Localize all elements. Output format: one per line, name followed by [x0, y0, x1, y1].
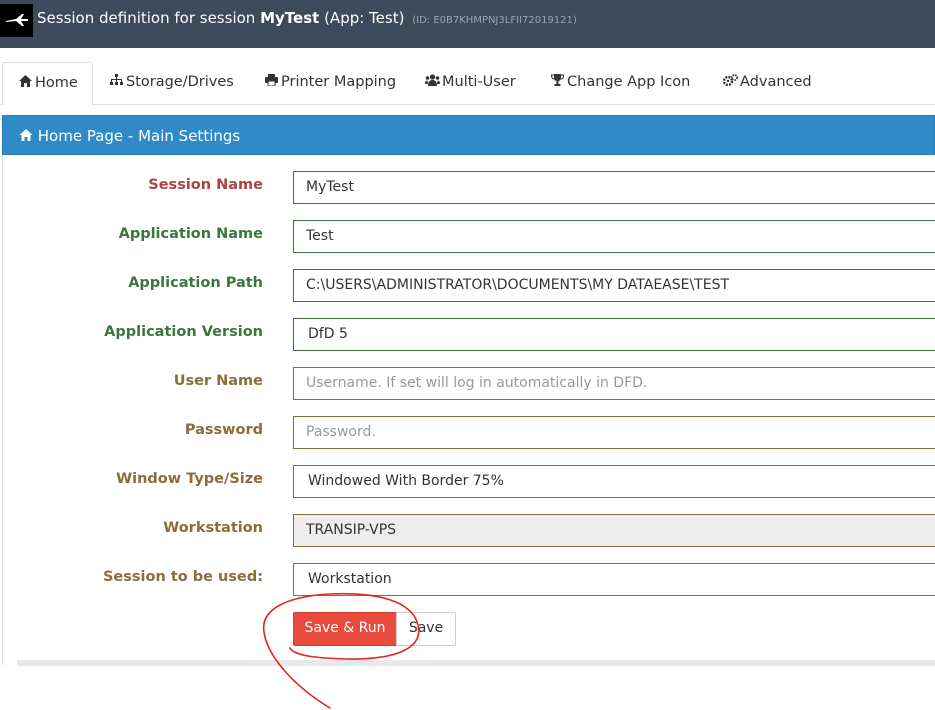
- home-icon: [19, 127, 38, 145]
- tab-home[interactable]: Home: [2, 62, 93, 106]
- page-title: Session definition for session MyTest (A…: [37, 9, 577, 27]
- password-input[interactable]: Password.: [293, 416, 935, 449]
- user-name-label: User Name: [173, 373, 263, 389]
- application-path-label: Application Path: [128, 275, 263, 291]
- gears-icon: [722, 74, 738, 89]
- title-bar: Session definition for session MyTest (A…: [0, 0, 935, 48]
- panel-title: Home Page - Main Settings: [19, 127, 240, 145]
- save-and-run-button[interactable]: Save & Run: [293, 612, 397, 646]
- printer-icon: [264, 74, 278, 89]
- trophy-icon: [550, 74, 564, 89]
- tab-bar: Home Storage/Drives Printer Mapping Mult…: [0, 62, 935, 106]
- session-id: (ID: E0B7KHMPNJ3LFII72019121): [412, 15, 577, 26]
- application-version-label: Application Version: [104, 324, 263, 340]
- session-name-label: Session Name: [148, 177, 263, 193]
- workstation-input: TRANSIP-VPS: [293, 514, 935, 547]
- save-button[interactable]: Save: [396, 612, 456, 646]
- sitemap-icon: [109, 74, 123, 89]
- users-icon: [425, 74, 440, 89]
- session-to-use-label: Session to be used:: [102, 569, 263, 585]
- tab-printer-mapping[interactable]: Printer Mapping: [264, 62, 396, 105]
- airplane-icon: [6, 14, 28, 26]
- tab-change-app-icon[interactable]: Change App Icon: [550, 62, 690, 105]
- password-label: Password: [184, 422, 263, 438]
- session-name-title: MyTest: [260, 9, 320, 27]
- tab-advanced[interactable]: Advanced: [722, 62, 812, 105]
- panel-header: Home Page - Main Settings: [2, 115, 935, 155]
- session-name-input[interactable]: MyTest: [293, 171, 935, 204]
- application-name-label: Application Name: [118, 226, 263, 242]
- panel-footer-bar: [17, 660, 935, 666]
- workstation-label: Workstation: [163, 520, 263, 536]
- user-name-input[interactable]: Username. If set will log in automatical…: [293, 367, 935, 400]
- home-icon: [18, 75, 32, 90]
- tab-multi-user[interactable]: Multi-User: [425, 62, 516, 105]
- tab-storage-drives[interactable]: Storage/Drives: [109, 62, 234, 105]
- window-type-label: Window Type/Size: [116, 471, 263, 487]
- app-logo: [0, 4, 33, 37]
- session-to-use-select[interactable]: Workstation: [293, 563, 935, 596]
- application-version-select[interactable]: DfD 5: [293, 318, 935, 351]
- application-path-input[interactable]: C:\USERS\ADMINISTRATOR\DOCUMENTS\MY DATA…: [293, 269, 935, 302]
- window-type-select[interactable]: Windowed With Border 75%: [293, 465, 935, 498]
- application-name-input[interactable]: Test: [293, 220, 935, 253]
